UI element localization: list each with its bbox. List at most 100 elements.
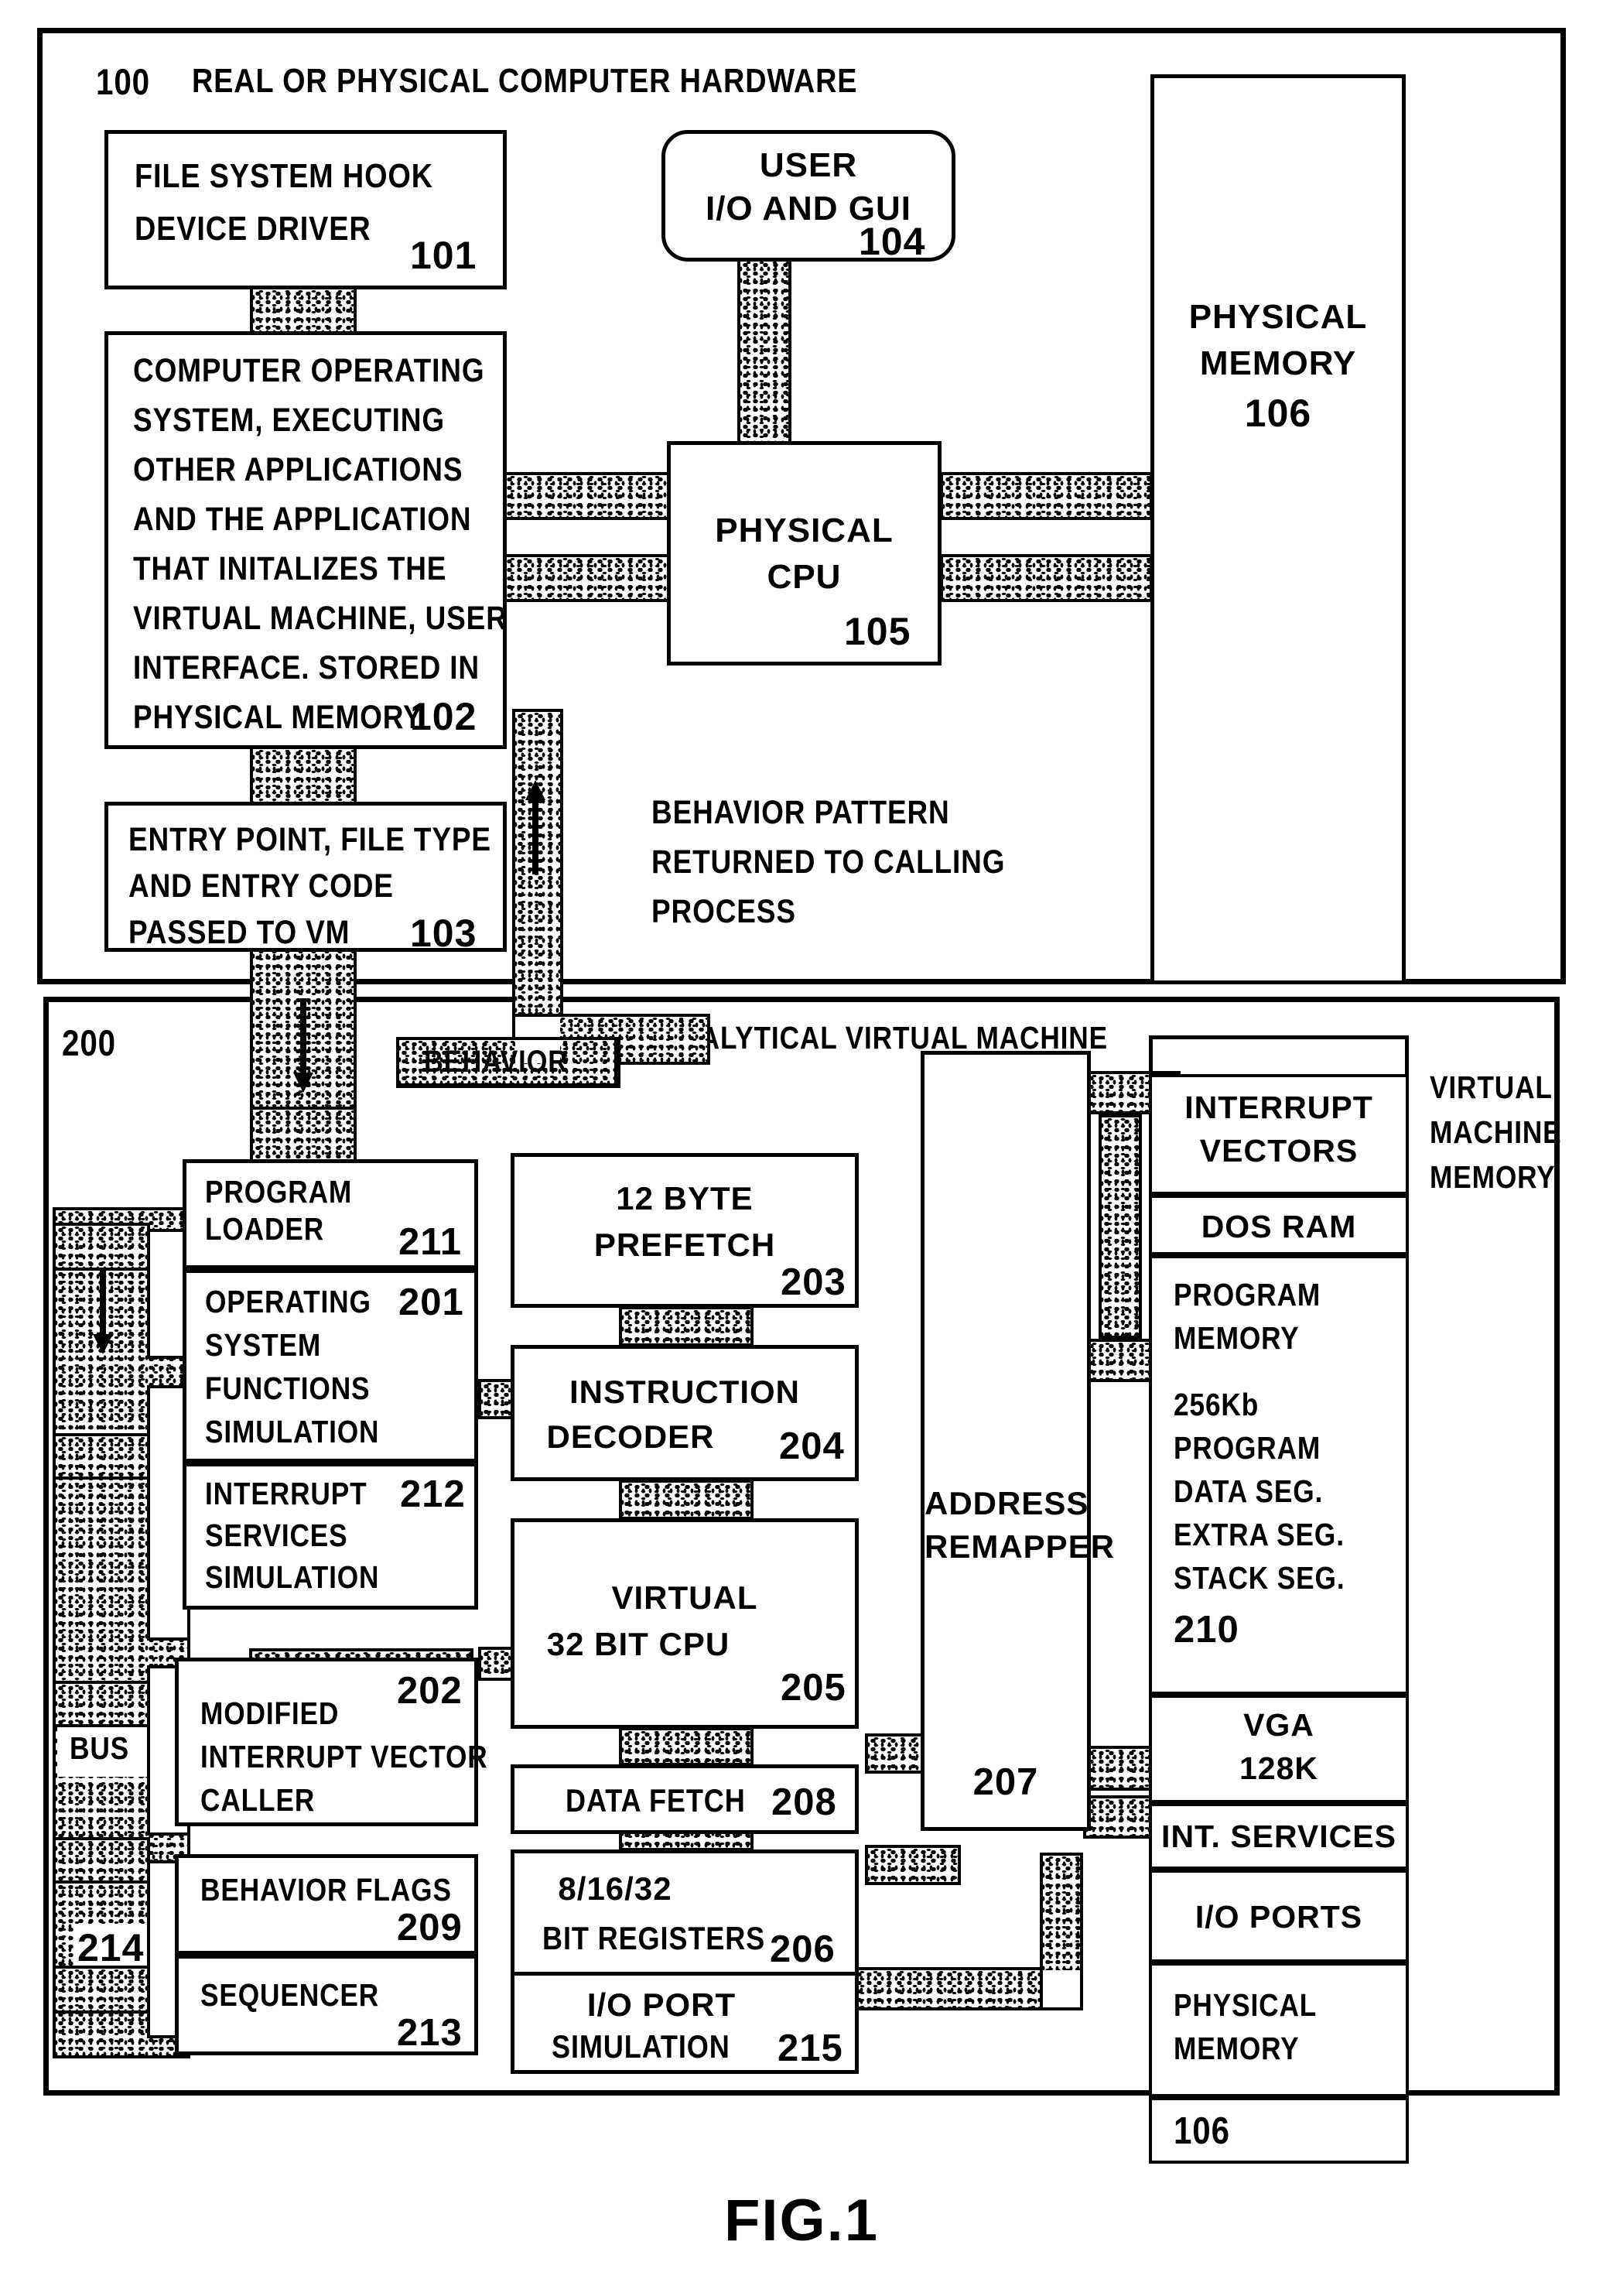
seg-program-memory-line-0: PROGRAM	[1174, 1277, 1321, 1312]
interrupt-services-box: INTERRUPT SERVICES SIMULATION 212	[183, 1463, 478, 1610]
modified-ivc-line-2: CALLER	[200, 1782, 316, 1818]
user-io-gui-box: USER I/O AND GUI 104	[661, 130, 955, 263]
address-remapper-ref: 207	[972, 1761, 1039, 1803]
control-bus-line2: BUS	[70, 1730, 130, 1766]
ioports-elbow-mask	[1043, 1970, 1080, 2007]
bus-os-to-cpu-upper	[501, 472, 670, 520]
operating-system-ref: 102	[410, 695, 477, 738]
vm-memory-seg-physical-memory: PHYSICAL MEMORY	[1149, 1962, 1409, 2097]
interrupt-services-ref: 212	[400, 1473, 466, 1515]
seg-program-memory-line-1: MEMORY	[1174, 1320, 1300, 1356]
entry-point-box: ENTRY POINT, FILE TYPE AND ENTRY CODE PA…	[104, 802, 507, 955]
io-port-sim-line1: I/O PORT	[586, 1986, 737, 2023]
registers-ref: 206	[770, 1928, 836, 1970]
physical-memory-line1: PHYSICAL	[1188, 298, 1368, 336]
data-fetch-box: DATA FETCH 208	[511, 1764, 859, 1834]
control-bus-tap-4	[53, 1837, 150, 1884]
os-functions-line-0: OPERATING	[205, 1284, 371, 1319]
virtual-cpu-box: VIRTUAL 32 BIT CPU 205	[511, 1518, 859, 1729]
behavior-flags-ref: 209	[397, 1907, 463, 1949]
os-functions-line-1: SYSTEM	[205, 1327, 322, 1363]
seg-interrupt-vectors-line-1: VECTORS	[1199, 1133, 1359, 1169]
bus-decoder-to-vcpu	[619, 1480, 754, 1520]
address-remapper-line1: ADDRESS	[925, 1485, 1089, 1521]
operating-system-line-3: AND THE APPLICATION	[133, 501, 472, 538]
virtual-cpu-line2: 32 BIT CPU	[546, 1626, 730, 1662]
physical-frame-title: REAL OR PHYSICAL COMPUTER HARDWARE	[192, 62, 858, 100]
prefetch-line1: 12 BYTE	[616, 1180, 754, 1216]
physical-cpu-line1: PHYSICAL	[715, 512, 894, 549]
program-loader-box: PROGRAM LOADER 211	[183, 1159, 478, 1269]
behavior-tag-label: BEHAVIOR	[424, 1045, 568, 1079]
entry-point-line-1: AND ENTRY CODE	[128, 867, 394, 905]
bus-vcpu-to-datafetch	[619, 1727, 754, 1766]
control-bus-tap-2	[53, 1433, 150, 1480]
file-system-hook-ref: 101	[410, 234, 477, 277]
interrupt-services-line-0: INTERRUPT	[205, 1476, 367, 1511]
os-functions-line-3: SIMULATION	[205, 1414, 380, 1449]
os-functions-ref: 201	[398, 1281, 464, 1323]
program-loader-line2: LOADER	[205, 1211, 325, 1247]
control-bus-tap-3	[53, 1681, 150, 1727]
entry-point-line-0: ENTRY POINT, FILE TYPE	[128, 821, 491, 858]
bus-userio-to-cpu	[737, 258, 791, 450]
behavior-note-line-2: PROCESS	[651, 893, 796, 930]
sequencer-ref: 213	[397, 2012, 463, 2054]
bus-os-to-cpu-lower	[501, 554, 670, 602]
vm-memory-side-label-2: MEMORY	[1430, 1159, 1556, 1195]
program-loader-line1: PROGRAM	[205, 1174, 353, 1210]
seg-program-memory-line-6: EXTRA SEG.	[1174, 1517, 1345, 1552]
io-port-simulation-box: I/O PORT SIMULATION 215	[511, 1972, 859, 2074]
operating-system-line-1: SYSTEM, EXECUTING	[133, 402, 445, 439]
modified-ivc-line-0: MODIFIED	[200, 1695, 340, 1731]
user-io-gui-ref: 104	[859, 220, 926, 263]
modified-ivc-line-1: INTERRUPT VECTOR	[200, 1739, 488, 1774]
operating-system-line-4: THAT INITALIZES THE	[133, 550, 447, 587]
control-bus-ref: 214	[77, 1926, 145, 1969]
operating-system-box: COMPUTER OPERATING SYSTEM, EXECUTING OTH…	[104, 331, 507, 749]
vm-memory-seg-io-ports: I/O PORTS	[1149, 1870, 1409, 1962]
data-fetch-line1: DATA FETCH	[566, 1782, 746, 1819]
sequencer-box: SEQUENCER 213	[175, 1955, 478, 2055]
vm-memory-seg-physical-memory-ref: 106	[1149, 2097, 1409, 2164]
seg-int-services-line-0: INT. SERVICES	[1161, 1819, 1396, 1854]
os-functions-box: OPERATING SYSTEM FUNCTIONS SIMULATION 20…	[183, 1269, 478, 1463]
physical-memory-column: PHYSICAL MEMORY 106	[1150, 74, 1406, 984]
data-fetch-ref: 208	[771, 1781, 837, 1823]
file-system-hook-line1: FILE SYSTEM HOOK	[135, 157, 433, 195]
registers-line2: BIT REGISTERS	[542, 1920, 766, 1956]
control-bus-tap-5	[53, 1966, 150, 2014]
modified-interrupt-vector-caller-box: MODIFIED INTERRUPT VECTOR CALLER 202	[175, 1658, 487, 1826]
entry-point-line-2: PASSED TO VM	[128, 914, 350, 951]
vm-memory-seg-dos-ram: DOS RAM	[1149, 1195, 1409, 1255]
seg-program-memory-line-4: PROGRAM	[1174, 1430, 1321, 1466]
operating-system-line-2: OTHER APPLICATIONS	[133, 451, 463, 488]
bus-remapper-vertical-right	[1099, 1114, 1142, 1339]
instruction-decoder-line1: INSTRUCTION	[569, 1374, 800, 1410]
prefetch-ref: 203	[781, 1261, 846, 1303]
seg-interrupt-vectors-line-0: INTERRUPT	[1184, 1090, 1373, 1125]
arrow-behavior-stem	[532, 800, 538, 874]
interrupt-services-line-1: SERVICES	[205, 1518, 348, 1553]
operating-system-line-6: INTERFACE. STORED IN	[133, 649, 480, 686]
interrupt-services-line-2: SIMULATION	[205, 1559, 380, 1595]
seg-program-memory-line-7: STACK SEG.	[1174, 1560, 1345, 1596]
vm-memory-side-label-1: MACHINE	[1430, 1114, 1562, 1150]
seg-program-memory-line-5: DATA SEG.	[1174, 1473, 1324, 1509]
prefetch-line2: PREFETCH	[593, 1227, 776, 1263]
bus-os-to-entrypoint	[250, 746, 357, 806]
control-bus-tap-1	[53, 1223, 150, 1271]
physical-cpu-box: PHYSICAL CPU 105	[667, 441, 942, 666]
virtual-cpu-ref: 205	[781, 1667, 846, 1709]
patent-figure-sheet: 100 REAL OR PHYSICAL COMPUTER HARDWARE 2…	[0, 0, 1603, 2296]
vm-memory-seg-program-memory: PROGRAM MEMORY 256Kb PROGRAM DATA SEG. E…	[1149, 1255, 1409, 1695]
behavior-flags-box: BEHAVIOR FLAGS 209	[175, 1854, 478, 1955]
instruction-decoder-box: INSTRUCTION DECODER 204	[511, 1345, 859, 1481]
vm-frame-ref: 200	[62, 1022, 117, 1063]
bus-cpu-to-memory-lower	[940, 554, 1153, 602]
seg-physical-memory-line-0: PHYSICAL	[1174, 1987, 1318, 2023]
instruction-decoder-ref: 204	[779, 1425, 845, 1467]
vm-memory-seg-vga: VGA 128K	[1149, 1695, 1409, 1803]
physical-memory-line2: MEMORY	[1199, 344, 1357, 382]
physical-cpu-line2: CPU	[767, 558, 842, 596]
